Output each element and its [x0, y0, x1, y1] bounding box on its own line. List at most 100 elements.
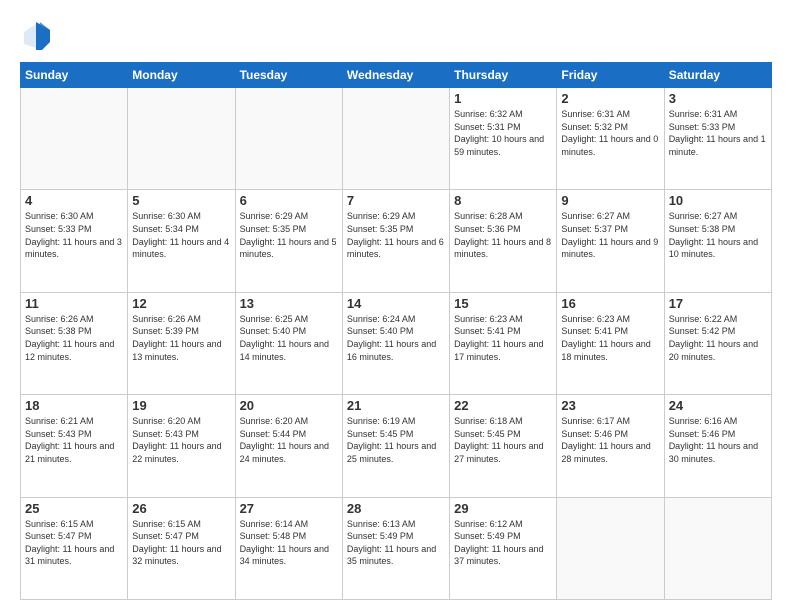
calendar-header-thursday: Thursday: [450, 63, 557, 88]
day-info: Sunrise: 6:31 AM Sunset: 5:32 PM Dayligh…: [561, 108, 659, 158]
day-number: 9: [561, 193, 659, 208]
day-number: 15: [454, 296, 552, 311]
calendar-cell: 16 Sunrise: 6:23 AM Sunset: 5:41 PM Dayli…: [557, 292, 664, 394]
calendar-cell: [235, 88, 342, 190]
day-number: 19: [132, 398, 230, 413]
calendar-cell: 1 Sunrise: 6:32 AM Sunset: 5:31 PM Daylig…: [450, 88, 557, 190]
calendar-cell: 13 Sunrise: 6:25 AM Sunset: 5:40 PM Dayli…: [235, 292, 342, 394]
calendar-week-row: 11Sunrise: 6:26 AM Sunset: 5:38 PM Dayli…: [21, 292, 772, 394]
calendar-cell: 7 Sunrise: 6:29 AM Sunset: 5:35 PM Daylig…: [342, 190, 449, 292]
calendar-cell: 4 Sunrise: 6:30 AM Sunset: 5:33 PM Daylig…: [21, 190, 128, 292]
day-info: Sunrise: 6:28 AM Sunset: 5:36 PM Dayligh…: [454, 210, 552, 260]
calendar-cell: 28 Sunrise: 6:13 AM Sunset: 5:49 PM Dayli…: [342, 497, 449, 599]
day-number: 21: [347, 398, 445, 413]
calendar-header-monday: Monday: [128, 63, 235, 88]
day-number: 6: [240, 193, 338, 208]
day-number: 14: [347, 296, 445, 311]
day-number: 7: [347, 193, 445, 208]
day-number: 27: [240, 501, 338, 516]
day-number: 22: [454, 398, 552, 413]
calendar-cell: [557, 497, 664, 599]
day-info: Sunrise: 6:21 AM Sunset: 5:43 PM Dayligh…: [25, 415, 123, 465]
calendar-header-sunday: Sunday: [21, 63, 128, 88]
day-number: 23: [561, 398, 659, 413]
day-info: Sunrise: 6:18 AM Sunset: 5:45 PM Dayligh…: [454, 415, 552, 465]
calendar-header-friday: Friday: [557, 63, 664, 88]
calendar-cell: 14 Sunrise: 6:24 AM Sunset: 5:40 PM Dayli…: [342, 292, 449, 394]
calendar-cell: 9 Sunrise: 6:27 AM Sunset: 5:37 PM Daylig…: [557, 190, 664, 292]
day-number: 10: [669, 193, 767, 208]
calendar-cell: 2 Sunrise: 6:31 AM Sunset: 5:32 PM Daylig…: [557, 88, 664, 190]
day-info: Sunrise: 6:27 AM Sunset: 5:37 PM Dayligh…: [561, 210, 659, 260]
logo-icon: [20, 20, 52, 52]
calendar-cell: 24 Sunrise: 6:16 AM Sunset: 5:46 PM Dayli…: [664, 395, 771, 497]
day-number: 2: [561, 91, 659, 106]
day-info: Sunrise: 6:15 AM Sunset: 5:47 PM Dayligh…: [25, 518, 123, 568]
calendar-cell: 26 Sunrise: 6:15 AM Sunset: 5:47 PM Dayli…: [128, 497, 235, 599]
day-number: 12: [132, 296, 230, 311]
calendar-week-row: 25Sunrise: 6:15 AM Sunset: 5:47 PM Dayli…: [21, 497, 772, 599]
day-info: Sunrise: 6:25 AM Sunset: 5:40 PM Dayligh…: [240, 313, 338, 363]
day-number: 4: [25, 193, 123, 208]
day-info: Sunrise: 6:20 AM Sunset: 5:44 PM Dayligh…: [240, 415, 338, 465]
calendar-cell: 29Sunrise: 6:12 AM Sunset: 5:49 PM Dayli…: [450, 497, 557, 599]
day-info: Sunrise: 6:24 AM Sunset: 5:40 PM Dayligh…: [347, 313, 445, 363]
calendar-header-row: SundayMondayTuesdayWednesdayThursdayFrid…: [21, 63, 772, 88]
day-info: Sunrise: 6:19 AM Sunset: 5:45 PM Dayligh…: [347, 415, 445, 465]
day-info: Sunrise: 6:23 AM Sunset: 5:41 PM Dayligh…: [454, 313, 552, 363]
day-number: 24: [669, 398, 767, 413]
calendar-week-row: 1 Sunrise: 6:32 AM Sunset: 5:31 PM Daylig…: [21, 88, 772, 190]
calendar-cell: 3 Sunrise: 6:31 AM Sunset: 5:33 PM Daylig…: [664, 88, 771, 190]
calendar-cell: 18Sunrise: 6:21 AM Sunset: 5:43 PM Dayli…: [21, 395, 128, 497]
calendar-header-saturday: Saturday: [664, 63, 771, 88]
calendar-cell: [128, 88, 235, 190]
day-info: Sunrise: 6:14 AM Sunset: 5:48 PM Dayligh…: [240, 518, 338, 568]
day-info: Sunrise: 6:31 AM Sunset: 5:33 PM Dayligh…: [669, 108, 767, 158]
day-info: Sunrise: 6:32 AM Sunset: 5:31 PM Dayligh…: [454, 108, 552, 158]
calendar-table: SundayMondayTuesdayWednesdayThursdayFrid…: [20, 62, 772, 600]
day-info: Sunrise: 6:30 AM Sunset: 5:33 PM Dayligh…: [25, 210, 123, 260]
calendar-cell: 10 Sunrise: 6:27 AM Sunset: 5:38 PM Dayli…: [664, 190, 771, 292]
day-info: Sunrise: 6:13 AM Sunset: 5:49 PM Dayligh…: [347, 518, 445, 568]
day-info: Sunrise: 6:16 AM Sunset: 5:46 PM Dayligh…: [669, 415, 767, 465]
day-info: Sunrise: 6:26 AM Sunset: 5:39 PM Dayligh…: [132, 313, 230, 363]
day-info: Sunrise: 6:30 AM Sunset: 5:34 PM Dayligh…: [132, 210, 230, 260]
day-info: Sunrise: 6:12 AM Sunset: 5:49 PM Dayligh…: [454, 518, 552, 568]
calendar-cell: 21 Sunrise: 6:19 AM Sunset: 5:45 PM Dayli…: [342, 395, 449, 497]
day-number: 16: [561, 296, 659, 311]
calendar-cell: [21, 88, 128, 190]
day-info: Sunrise: 6:20 AM Sunset: 5:43 PM Dayligh…: [132, 415, 230, 465]
day-info: Sunrise: 6:23 AM Sunset: 5:41 PM Dayligh…: [561, 313, 659, 363]
day-number: 3: [669, 91, 767, 106]
calendar-header-tuesday: Tuesday: [235, 63, 342, 88]
day-number: 17: [669, 296, 767, 311]
calendar-week-row: 18Sunrise: 6:21 AM Sunset: 5:43 PM Dayli…: [21, 395, 772, 497]
calendar-cell: 6 Sunrise: 6:29 AM Sunset: 5:35 PM Daylig…: [235, 190, 342, 292]
calendar-cell: 12 Sunrise: 6:26 AM Sunset: 5:39 PM Dayli…: [128, 292, 235, 394]
day-info: Sunrise: 6:17 AM Sunset: 5:46 PM Dayligh…: [561, 415, 659, 465]
day-info: Sunrise: 6:22 AM Sunset: 5:42 PM Dayligh…: [669, 313, 767, 363]
page: SundayMondayTuesdayWednesdayThursdayFrid…: [0, 0, 792, 612]
calendar-cell: 23 Sunrise: 6:17 AM Sunset: 5:46 PM Dayli…: [557, 395, 664, 497]
day-number: 5: [132, 193, 230, 208]
day-info: Sunrise: 6:29 AM Sunset: 5:35 PM Dayligh…: [347, 210, 445, 260]
logo: [20, 20, 56, 52]
day-number: 8: [454, 193, 552, 208]
day-info: Sunrise: 6:15 AM Sunset: 5:47 PM Dayligh…: [132, 518, 230, 568]
calendar-week-row: 4 Sunrise: 6:30 AM Sunset: 5:33 PM Daylig…: [21, 190, 772, 292]
calendar-cell: 15 Sunrise: 6:23 AM Sunset: 5:41 PM Dayli…: [450, 292, 557, 394]
calendar-cell: [342, 88, 449, 190]
calendar-cell: [664, 497, 771, 599]
day-info: Sunrise: 6:27 AM Sunset: 5:38 PM Dayligh…: [669, 210, 767, 260]
day-number: 13: [240, 296, 338, 311]
calendar-header-wednesday: Wednesday: [342, 63, 449, 88]
calendar-cell: 5 Sunrise: 6:30 AM Sunset: 5:34 PM Daylig…: [128, 190, 235, 292]
day-number: 11: [25, 296, 123, 311]
day-number: 26: [132, 501, 230, 516]
day-info: Sunrise: 6:29 AM Sunset: 5:35 PM Dayligh…: [240, 210, 338, 260]
day-number: 1: [454, 91, 552, 106]
day-number: 28: [347, 501, 445, 516]
calendar-cell: 27 Sunrise: 6:14 AM Sunset: 5:48 PM Dayli…: [235, 497, 342, 599]
calendar-cell: 25Sunrise: 6:15 AM Sunset: 5:47 PM Dayli…: [21, 497, 128, 599]
calendar-cell: 19 Sunrise: 6:20 AM Sunset: 5:43 PM Dayli…: [128, 395, 235, 497]
